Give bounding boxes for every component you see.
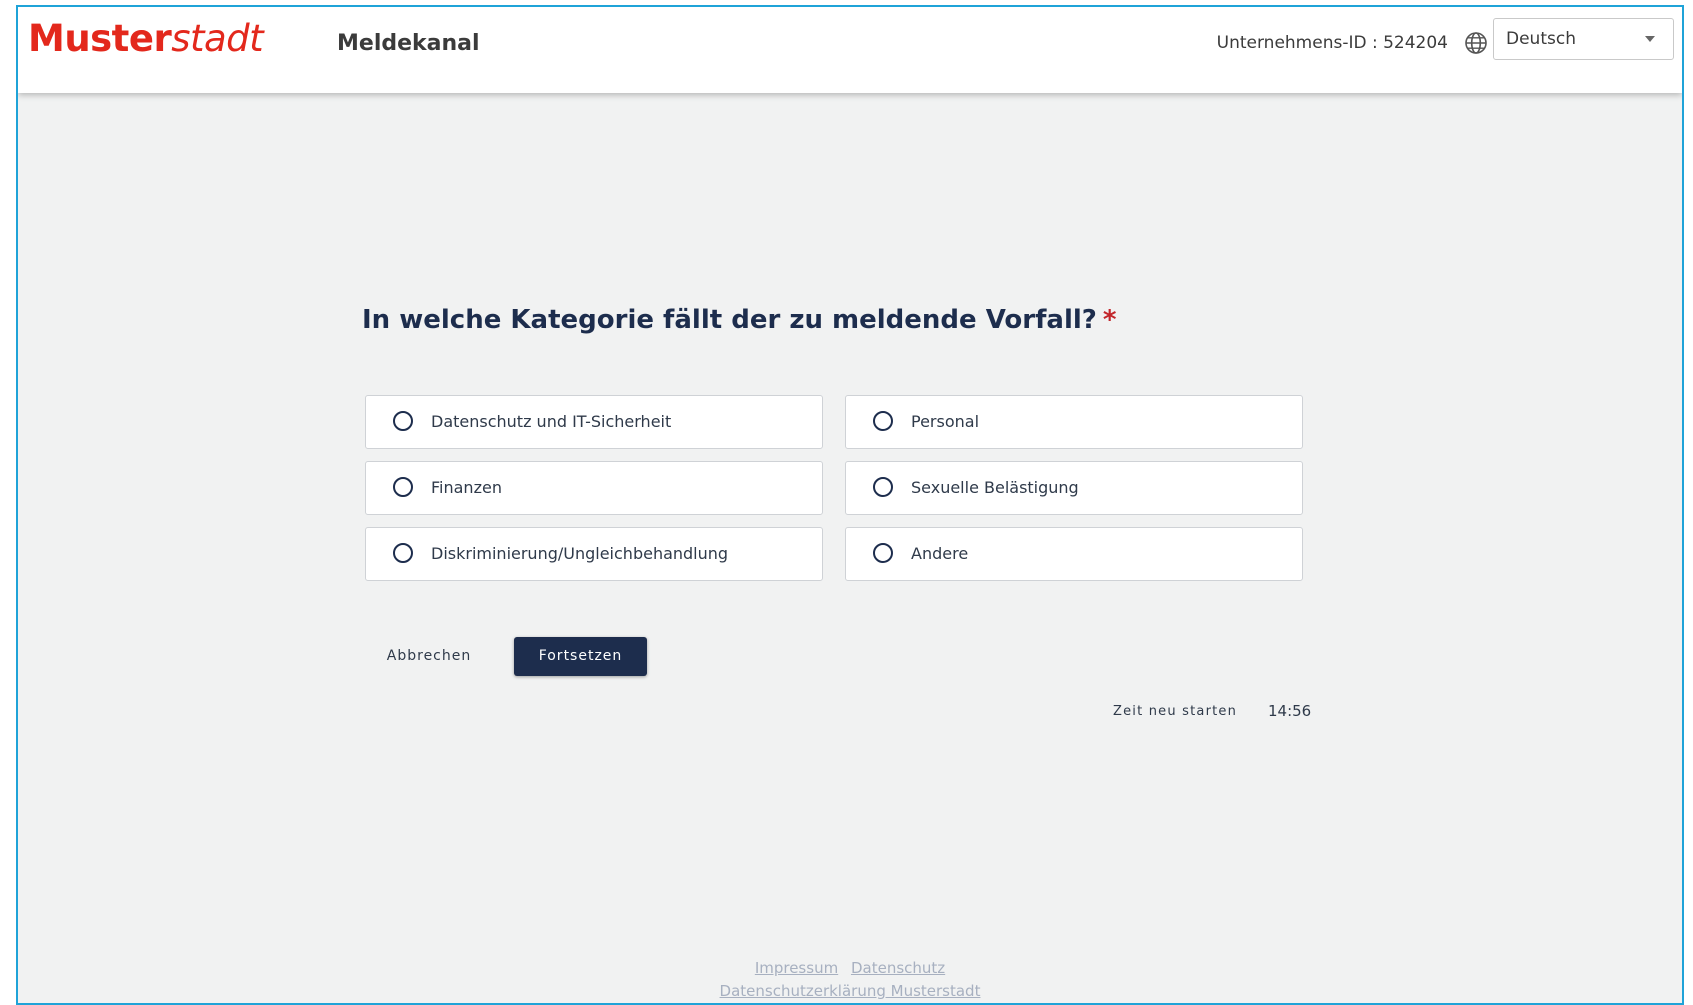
option-label: Datenschutz und IT-Sicherheit [431,412,672,431]
chevron-down-icon [1645,36,1655,42]
restart-timer-button[interactable]: Zeit neu starten [1113,704,1237,719]
logo-bold-text: Muster [28,17,172,60]
question-text: In welche Kategorie fällt der zu meldend… [362,305,1097,335]
required-marker: * [1102,305,1117,335]
continue-button[interactable]: Fortsetzen [514,637,647,676]
option-label: Sexuelle Belästigung [911,478,1079,497]
radio-icon [873,477,893,497]
app-frame: Musterstadt Meldekanal Unternehmens-ID :… [16,5,1684,1005]
option-datenschutz[interactable]: Datenschutz und IT-Sicherheit [365,395,823,449]
logo: Musterstadt [28,17,264,61]
radio-icon [873,543,893,563]
radio-icon [393,543,413,563]
option-label: Personal [911,412,980,431]
option-label: Finanzen [431,478,502,497]
language-select-value: Deutsch [1506,29,1576,49]
logo-italic-text: stadt [171,17,264,60]
option-finanzen[interactable]: Finanzen [365,461,823,515]
option-sexuelle-belaestigung[interactable]: Sexuelle Belästigung [845,461,1303,515]
cancel-button[interactable]: Abbrechen [378,637,480,675]
privacy-statement-link[interactable]: Datenschutzerklärung Musterstadt [720,982,981,1000]
option-label: Diskriminierung/Ungleichbehandlung [431,544,729,563]
language-select[interactable]: Deutsch [1493,18,1674,60]
page-title: Meldekanal [337,31,480,56]
radio-icon [393,477,413,497]
impressum-link[interactable]: Impressum [755,959,838,977]
footer-links: Impressum Datenschutz Datenschutzerkläru… [18,957,1682,1003]
radio-icon [393,411,413,431]
company-id: Unternehmens-ID : 524204 [1216,33,1448,53]
option-diskriminierung[interactable]: Diskriminierung/Ungleichbehandlung [365,527,823,581]
question-heading: In welche Kategorie fällt der zu meldend… [362,305,1116,335]
radio-icon [873,411,893,431]
header: Musterstadt Meldekanal Unternehmens-ID :… [18,7,1682,93]
session-timer: 14:56 [1268,702,1312,720]
globe-icon [1465,32,1487,54]
option-andere[interactable]: Andere [845,527,1303,581]
datenschutz-link[interactable]: Datenschutz [851,959,945,977]
option-label: Andere [911,544,969,563]
option-personal[interactable]: Personal [845,395,1303,449]
